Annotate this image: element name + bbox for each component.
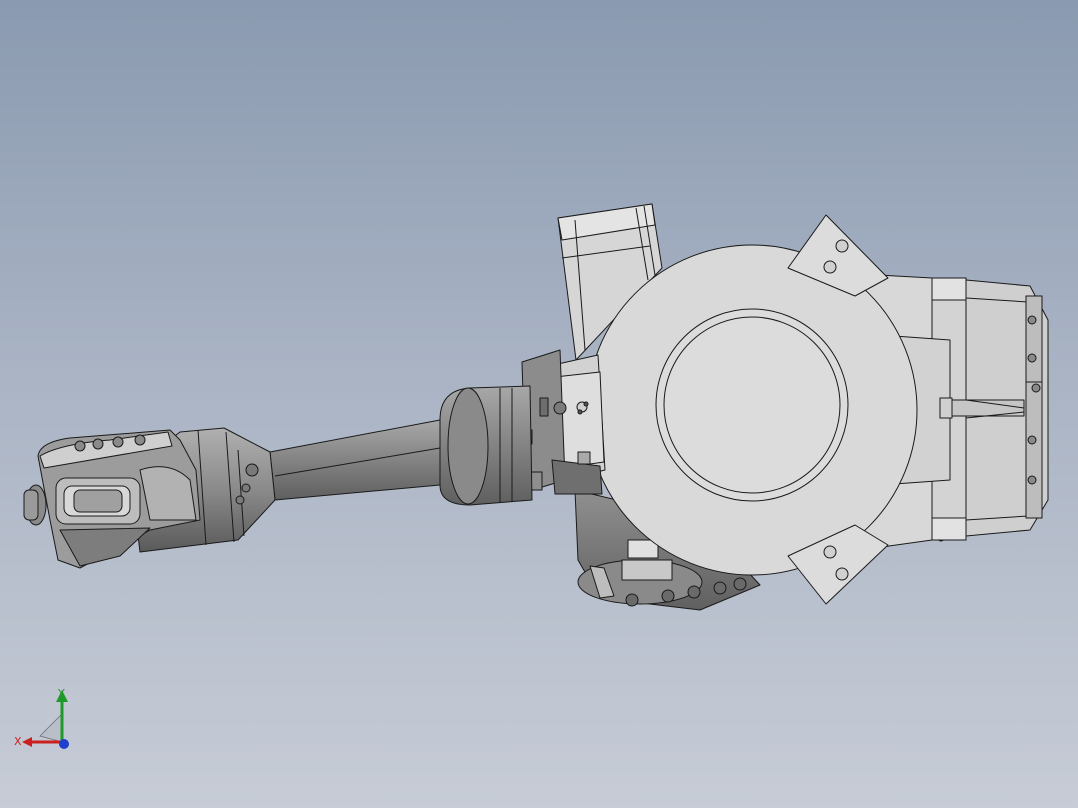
forearm-tube	[269, 385, 533, 506]
base-turntable	[586, 244, 953, 576]
coordinate-triad: Y X	[14, 687, 69, 749]
shoulder-joint	[521, 349, 606, 495]
graphics-viewport[interactable]: Y X	[0, 0, 1078, 808]
y-axis-label: Y	[57, 687, 65, 700]
x-axis-label: X	[14, 735, 22, 748]
robot-arm-model[interactable]	[0, 0, 1078, 808]
z-axis-dot	[59, 739, 69, 749]
x-axis-arrow-head	[22, 737, 32, 747]
